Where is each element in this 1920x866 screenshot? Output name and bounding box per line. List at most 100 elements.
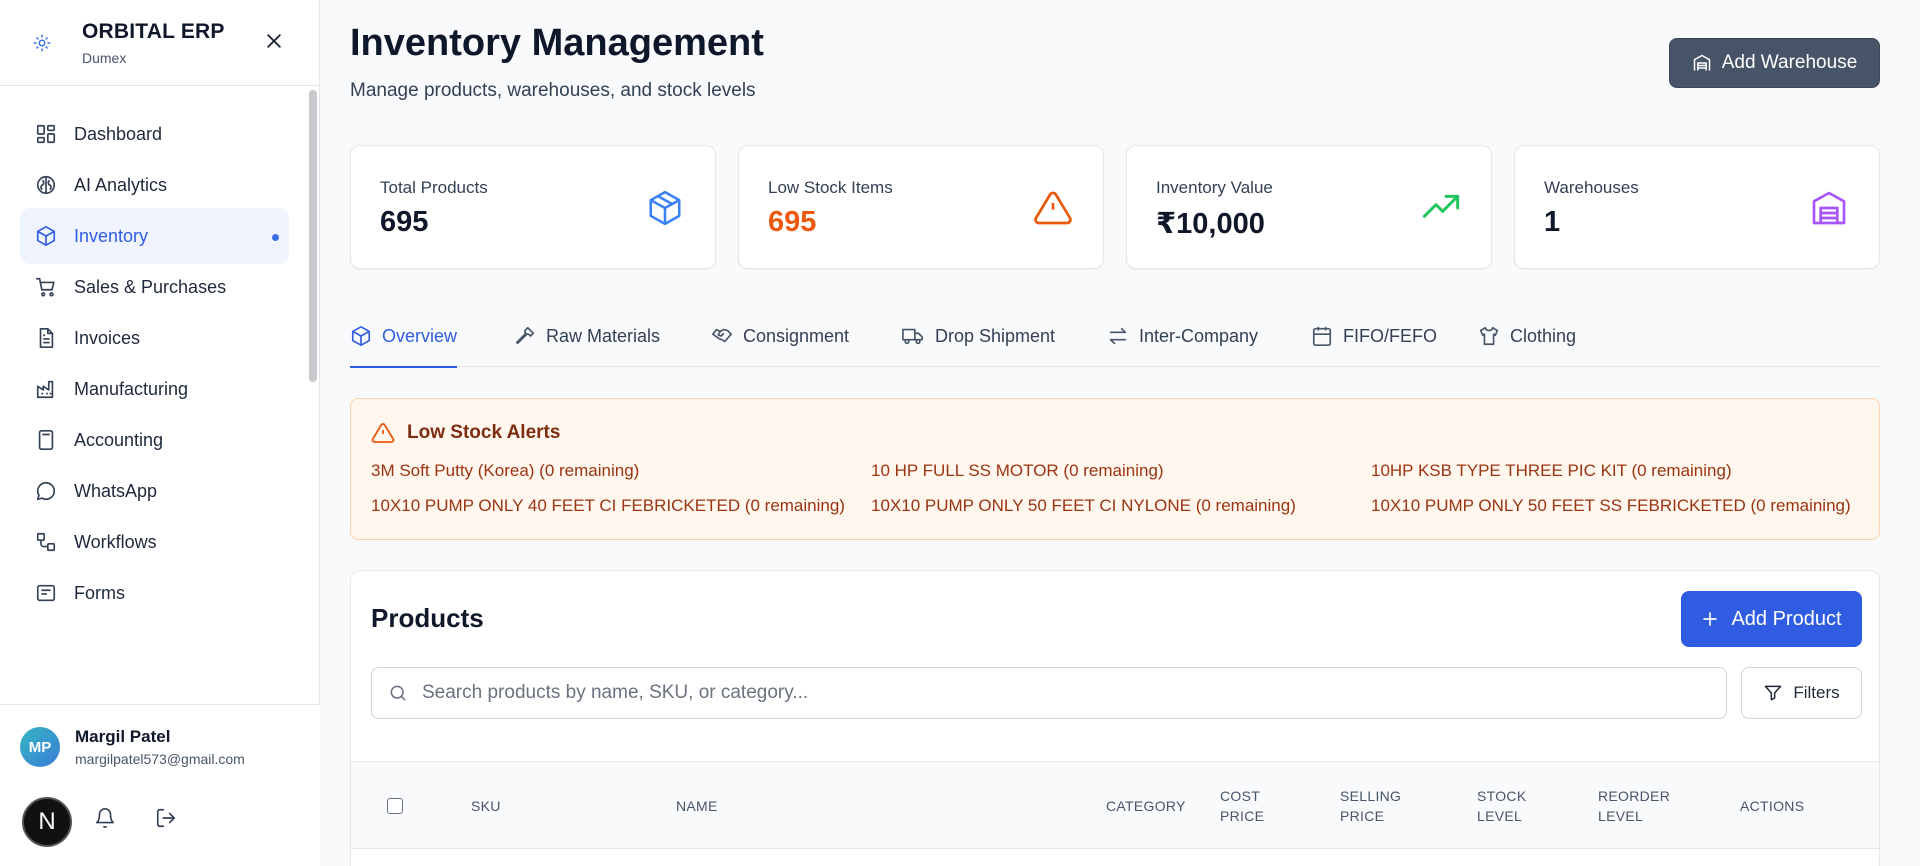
column-header-selling-price[interactable]: SELLING PRICE xyxy=(1340,786,1410,826)
stat-value: 695 xyxy=(380,206,429,238)
sidebar-item-invoices[interactable]: Invoices xyxy=(20,310,289,366)
alert-title-text: Low Stock Alerts xyxy=(407,422,561,443)
tab-drop-shipment[interactable]: Drop Shipment xyxy=(901,305,1055,367)
sidebar-item-label: Invoices xyxy=(74,327,141,348)
tab-label: Consignment xyxy=(743,325,850,346)
user-email: margilpatel573@gmail.com xyxy=(75,751,245,767)
factory-icon xyxy=(34,377,58,401)
select-all-checkbox[interactable] xyxy=(387,798,403,814)
filters-label: Filters xyxy=(1793,683,1840,702)
sidebar-item-whatsapp[interactable]: WhatsApp xyxy=(20,463,289,519)
add-product-button[interactable]: Add Product xyxy=(1681,591,1862,647)
sidebar-item-label: Workflows xyxy=(74,531,157,552)
column-header-cost-price[interactable]: COST PRICE xyxy=(1220,786,1280,826)
shirt-icon xyxy=(1479,326,1499,346)
sidebar-item-sales-purchases[interactable]: Sales & Purchases xyxy=(20,259,289,315)
trending-up-icon xyxy=(1421,188,1461,228)
page-subtitle: Manage products, warehouses, and stock l… xyxy=(350,80,756,101)
close-sidebar-button[interactable] xyxy=(259,26,289,56)
bell-icon xyxy=(95,808,115,829)
sidebar-item-workflows[interactable]: Workflows xyxy=(20,514,289,570)
arrows-exchange-icon xyxy=(1109,327,1127,345)
hammer-icon xyxy=(515,326,535,345)
alert-item: 10X10 PUMP ONLY 50 FEET SS FEBRICKETED (… xyxy=(1371,496,1851,515)
add-product-label: Add Product xyxy=(1731,607,1842,630)
workflow-icon xyxy=(34,530,58,554)
main-content: Inventory Management Manage products, wa… xyxy=(321,0,1920,866)
close-icon xyxy=(267,34,281,48)
next-badge-button[interactable]: N xyxy=(22,797,72,847)
plus-icon xyxy=(1703,612,1718,626)
handshake-icon xyxy=(712,328,732,343)
sidebar-item-inventory[interactable]: Inventory xyxy=(20,208,289,264)
sidebar-item-label: Dashboard xyxy=(74,123,163,144)
alert-item: 10HP KSB TYPE THREE PIC KIT (0 remaining… xyxy=(1371,461,1732,480)
warehouse-icon xyxy=(1809,188,1849,228)
warehouse-icon xyxy=(1693,54,1710,71)
add-warehouse-label: Add Warehouse xyxy=(1721,52,1858,73)
brand-text: ORBITAL ERP Dumex xyxy=(82,20,225,66)
cart-icon xyxy=(34,275,58,299)
stat-value: 1 xyxy=(1544,206,1561,238)
notifications-button[interactable] xyxy=(92,805,118,831)
sidebar-scrollbar-thumb[interactable] xyxy=(309,90,317,382)
column-header-reorder-level[interactable]: REORDER LEVEL xyxy=(1598,786,1678,826)
brand-header: ORBITAL ERP Dumex xyxy=(0,0,319,86)
brand-subtitle: Dumex xyxy=(82,49,127,66)
alert-item: 10X10 PUMP ONLY 50 FEET CI NYLONE (0 rem… xyxy=(871,496,1296,515)
sidebar-item-label: Inventory xyxy=(74,225,149,246)
alert-triangle-icon xyxy=(371,423,395,443)
add-warehouse-button[interactable]: Add Warehouse xyxy=(1669,38,1880,88)
column-header-category[interactable]: CATEGORY xyxy=(1106,796,1186,816)
tab-consignment[interactable]: Consignment xyxy=(711,305,849,367)
tab-label: FIFO/FEFO xyxy=(1343,325,1437,346)
tab-fifo-fefo[interactable]: FIFO/FEFO xyxy=(1311,305,1437,367)
low-stock-alerts: Low Stock Alerts 3M Soft Putty (Korea) (… xyxy=(350,398,1880,540)
sidebar-item-accounting[interactable]: Accounting xyxy=(20,412,289,468)
products-table-header: SKU NAME CATEGORY COST PRICE SELLING PRI… xyxy=(351,761,1879,849)
tab-inter-company[interactable]: Inter-Company xyxy=(1107,305,1258,367)
user-name: Margil Patel xyxy=(75,727,171,746)
tab-label: Raw Materials xyxy=(546,325,661,346)
alert-triangle-icon xyxy=(1033,188,1073,228)
column-header-actions: ACTIONS xyxy=(1740,798,1805,814)
sidebar-nav: Dashboard AI Analytics Inventory Sales &… xyxy=(0,86,314,704)
active-indicator-dot xyxy=(272,234,279,241)
stat-label: Low Stock Items xyxy=(768,178,893,197)
sidebar-item-forms[interactable]: Forms xyxy=(20,565,289,621)
column-header-name[interactable]: NAME xyxy=(676,796,718,816)
file-text-icon xyxy=(34,326,58,350)
sidebar-item-label: Sales & Purchases xyxy=(74,276,227,297)
calendar-icon xyxy=(1312,326,1332,346)
tab-clothing[interactable]: Clothing xyxy=(1478,305,1576,367)
products-panel: Products Add Product Filters SKU NAME CA… xyxy=(350,570,1880,866)
stat-label: Inventory Value xyxy=(1156,178,1273,197)
column-header-sku[interactable]: SKU xyxy=(471,796,501,816)
tab-overview[interactable]: Overview xyxy=(350,305,458,368)
stat-card-warehouses: Warehouses 1 xyxy=(1514,145,1880,269)
page-title: Inventory Management xyxy=(350,22,764,64)
logout-icon xyxy=(156,808,176,828)
stat-card-total-products: Total Products 695 xyxy=(350,145,716,269)
tab-raw-materials[interactable]: Raw Materials xyxy=(514,305,660,367)
stat-value: ₹10,000 xyxy=(1156,208,1265,240)
package-icon xyxy=(34,224,58,248)
filters-button[interactable]: Filters xyxy=(1741,667,1862,719)
package-icon xyxy=(645,188,685,228)
sidebar-item-ai-analytics[interactable]: AI Analytics xyxy=(20,157,289,213)
dashboard-icon xyxy=(34,122,58,146)
stat-card-inventory-value: Inventory Value ₹10,000 xyxy=(1126,145,1492,269)
stat-value: 695 xyxy=(768,206,817,238)
sidebar-item-manufacturing[interactable]: Manufacturing xyxy=(20,361,289,417)
search-input[interactable] xyxy=(422,682,1702,704)
brain-icon xyxy=(34,173,58,197)
column-header-stock-level[interactable]: STOCK LEVEL xyxy=(1477,786,1537,826)
sidebar-item-label: Accounting xyxy=(74,429,164,450)
avatar[interactable]: MP xyxy=(20,727,60,767)
alert-item: 3M Soft Putty (Korea) (0 remaining) xyxy=(371,461,640,480)
stat-card-low-stock: Low Stock Items 695 xyxy=(738,145,1104,269)
tab-label: Inter-Company xyxy=(1139,325,1259,346)
logout-button[interactable] xyxy=(153,805,179,831)
sidebar-item-dashboard[interactable]: Dashboard xyxy=(20,106,289,162)
alert-title: Low Stock Alerts xyxy=(371,421,560,445)
